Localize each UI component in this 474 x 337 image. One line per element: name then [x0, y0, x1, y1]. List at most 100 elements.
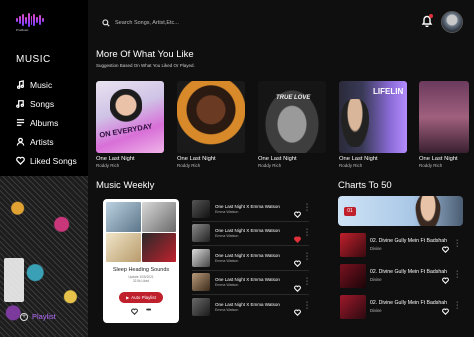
auto-playlist-button[interactable]: ▶ Auto Playlist — [119, 292, 163, 303]
app-logo[interactable]: ProMusic — [16, 13, 45, 33]
heart-icon — [294, 285, 301, 292]
track-title: One Last Night X Emma Watson — [215, 277, 280, 283]
auto-playlist-label: Auto Playlist — [131, 295, 156, 300]
sidebar-item-music[interactable]: Music — [16, 75, 77, 94]
collage-image — [106, 202, 141, 232]
more-options-icon[interactable]: · · · — [305, 299, 309, 312]
notification-dot — [429, 14, 433, 18]
chart-artist: Divine — [370, 277, 382, 282]
search-bar[interactable] — [96, 14, 196, 32]
chart-title: 02. Divine Gully Mein Ft Badshah — [370, 269, 447, 275]
heart-icon — [16, 156, 25, 165]
chart-row[interactable]: 02. Divine Gully Mein Ft Badshah Divine … — [340, 264, 465, 290]
playlist-likes: 32.5k Liked — [132, 279, 150, 283]
track-artist: Emma Watson — [215, 283, 239, 288]
collage-image — [106, 232, 141, 262]
chart-thumbnail — [340, 233, 366, 257]
like-button[interactable] — [294, 205, 301, 219]
search-icon — [102, 19, 110, 27]
album-title: One Last Night — [339, 156, 378, 162]
album-card[interactable]: ON EVERYDAY One Last Night Roddy Rich — [96, 81, 164, 168]
like-button[interactable] — [294, 254, 301, 268]
chart-artist: Divine — [370, 246, 382, 251]
more-options-icon[interactable]: · · · — [456, 268, 458, 281]
more-options-icon[interactable]: ••• — [146, 307, 151, 315]
playlist-actions: ••• — [131, 307, 151, 315]
add-playlist-button[interactable]: + Playlist — [20, 312, 56, 321]
section-title-charts: Charts To 50 — [338, 180, 392, 191]
play-icon: ▶ — [126, 295, 130, 300]
album-artist: Roddy Rich — [258, 163, 282, 168]
track-thumbnail — [192, 298, 210, 317]
chart-title: 02. Divine Gully Mein Ft Badshah — [370, 238, 447, 244]
heart-icon — [442, 308, 449, 316]
album-card[interactable]: One Last Night Roddy Rich — [177, 81, 245, 168]
heart-filled-icon — [294, 236, 301, 243]
more-options-icon[interactable]: · · · — [305, 250, 309, 263]
like-button[interactable] — [442, 271, 449, 289]
heart-icon — [442, 277, 449, 285]
plus-icon: + — [20, 312, 28, 321]
track-artist: Emma Watson — [215, 209, 239, 214]
logo-text: ProMusic — [16, 28, 29, 32]
sidebar-item-songs[interactable]: Songs — [16, 94, 77, 113]
album-cover — [419, 81, 469, 153]
album-title: One Last Night — [419, 156, 458, 162]
track-thumbnail — [192, 273, 210, 292]
like-button[interactable] — [442, 240, 449, 258]
sidebar-item-liked-songs[interactable]: Liked Songs — [16, 151, 77, 170]
heart-icon — [294, 211, 301, 219]
track-row[interactable]: One Last Night X Emma Watson Emma Watson… — [192, 197, 309, 222]
like-button[interactable] — [294, 279, 301, 292]
chart-top-banner[interactable]: 01 — [338, 196, 463, 226]
chart-row[interactable]: 02. Divine Gully Mein Ft Badshah Divine … — [340, 233, 465, 259]
heart-icon — [442, 246, 449, 254]
album-cover-text: TRUE LOVE — [276, 95, 311, 101]
avatar[interactable] — [441, 11, 463, 33]
album-card[interactable]: LIFELIN One Last Night Roddy Rich — [339, 81, 407, 168]
album-cover: LIFELIN — [339, 81, 407, 153]
weekly-track-list: One Last Night X Emma Watson Emma Watson… — [192, 197, 309, 320]
playlist-collage — [106, 202, 176, 262]
track-title: One Last Night X Emma Watson — [215, 203, 280, 209]
more-options-icon[interactable]: · · · — [456, 299, 458, 312]
more-options-icon[interactable]: · · · — [456, 237, 458, 250]
track-thumbnail — [192, 248, 210, 267]
chart-thumbnail — [340, 295, 366, 319]
track-title: One Last Night X Emma Watson — [215, 252, 280, 258]
chart-title: 02. Divine Gully Mein Ft Badshah — [370, 300, 447, 306]
track-artist: Emma Watson — [215, 258, 239, 263]
track-row[interactable]: One Last Night X Emma Watson Emma Watson… — [192, 246, 309, 271]
more-options-icon[interactable]: · · · — [305, 201, 309, 214]
like-button[interactable] — [294, 303, 301, 317]
notification-button[interactable] — [421, 14, 433, 28]
playlist-title: Sleep Heading Sounds — [112, 267, 170, 273]
album-card[interactable]: TRUE LOVE One Last Night Roddy Rich — [258, 81, 326, 168]
more-options-icon[interactable]: · · · — [305, 226, 309, 239]
music-notes-icon — [16, 100, 25, 108]
chart-thumbnail — [340, 264, 366, 288]
playlist-meta: Update 10/5/2021 32.5k Liked — [103, 275, 179, 283]
artist-portrait — [415, 196, 441, 226]
track-row[interactable]: One Last Night X Emma Watson Emma Watson… — [192, 271, 309, 295]
sidebar: ProMusic MUSIC Music Songs Albums Artist… — [0, 0, 88, 337]
track-artist: Emma Watson — [215, 234, 239, 239]
sidebar-item-artists[interactable]: Artists — [16, 132, 77, 151]
rank-badge: 01 — [344, 207, 356, 216]
like-button[interactable] — [294, 230, 301, 243]
album-card[interactable]: One Last Night Roddy Rich — [419, 81, 469, 168]
collage-image — [141, 232, 176, 262]
track-row[interactable]: One Last Night X Emma Watson Emma Watson… — [192, 222, 309, 246]
sidebar-item-albums[interactable]: Albums — [16, 113, 77, 132]
like-button[interactable] — [442, 302, 449, 320]
track-artist: Emma Watson — [215, 308, 239, 313]
album-list-icon — [16, 119, 25, 126]
album-title: One Last Night — [177, 156, 216, 162]
chart-row[interactable]: 02. Divine Gully Mein Ft Badshah Divine … — [340, 295, 465, 321]
search-input[interactable] — [115, 20, 195, 26]
album-title: One Last Night — [96, 156, 135, 162]
weekly-playlist-card[interactable]: Sleep Heading Sounds Update 10/5/2021 32… — [103, 199, 179, 323]
track-row[interactable]: One Last Night X Emma Watson Emma Watson… — [192, 295, 309, 320]
more-options-icon[interactable]: · · · — [305, 275, 309, 288]
heart-icon[interactable] — [131, 308, 138, 315]
